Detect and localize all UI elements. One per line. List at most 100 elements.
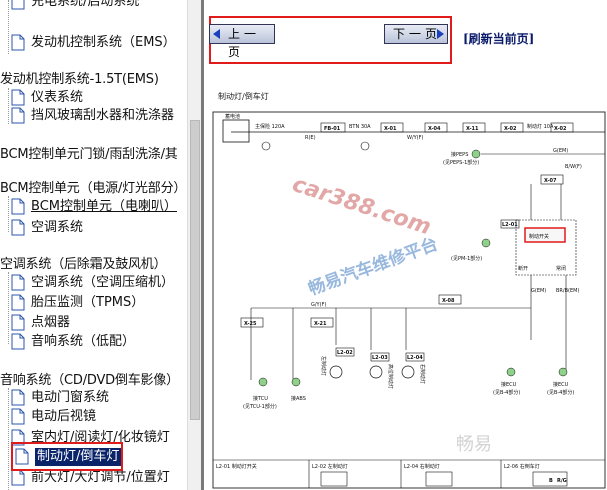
ecu-label: 接ECU [501, 381, 517, 388]
fuse-label: 主保险 120A [255, 123, 285, 130]
connector-label: FB-01 [324, 126, 341, 132]
document-icon [11, 274, 25, 291]
ecu-note: (见B-4部分) [547, 389, 574, 396]
tree-item[interactable]: 音响系统（低配） [11, 333, 135, 351]
tree-item[interactable]: 空调系统 [11, 219, 83, 237]
tree-folder[interactable]: 音响系统（CD/DVD倒车影像） [0, 372, 179, 390]
tree-item[interactable]: 充电系统/启动系统 [11, 0, 139, 11]
tree-item[interactable]: 电动后视镜 [11, 408, 96, 426]
connector-table-label: L2-06 右倒车灯 [504, 463, 540, 470]
connector-label: X-01 [384, 126, 397, 132]
tree-scrollbar[interactable] [187, 0, 201, 490]
fuse-label: 制动灯 10A [527, 123, 554, 130]
connector-label: X-11 [466, 126, 479, 132]
connector-table-label: L2-01 制动灯开关 [216, 463, 257, 470]
connector-label: L2-02 [337, 350, 353, 356]
wire-label: W/Y(F) [407, 135, 424, 141]
document-icon [11, 198, 25, 215]
lamp-icon [401, 365, 415, 379]
lamp-label: 高位制动灯 [387, 364, 394, 389]
tcu-label: 接TCU [253, 395, 268, 402]
peps-label: 接PEPS [451, 151, 468, 158]
document-icon [11, 469, 25, 486]
note-label: (见PM-1部分) [451, 255, 482, 262]
document-icon [11, 34, 25, 51]
tree-item[interactable]: BCM控制单元（电喇叭） [11, 198, 177, 216]
document-viewer: 上一页 下一页 [刷新当前页] 制动灯/倒车灯 蓄电池 主保险 120A FB-… [201, 0, 607, 490]
battery-label: 蓄电池 [225, 113, 240, 120]
tree-item[interactable]: 电动门窗系统 [11, 389, 109, 407]
document-icon [11, 219, 25, 236]
tree-folder[interactable]: BCM控制单元门锁/雨刮洗涤/其 [0, 146, 178, 164]
wire-label: G(EM) [531, 288, 546, 294]
ecu-note: (见B-4部分) [493, 389, 520, 396]
tree-connector [8, 0, 9, 54]
connector-node [471, 149, 481, 159]
lamp-label: 左制动灯 [320, 356, 327, 376]
brake-switch-label: 制动开关 [529, 233, 549, 240]
refresh-page-link[interactable]: [刷新当前页] [463, 30, 534, 47]
tree-item[interactable]: 挡风玻璃刮水器和洗涤器 [11, 107, 174, 125]
connector-table-label: L2-02 左制动灯 [312, 463, 348, 470]
tree-connector [8, 388, 9, 490]
abs-label: 接ABS [291, 395, 306, 402]
wire-label: B/W(F) [565, 164, 582, 170]
document-icon [11, 389, 25, 406]
page-toolbar: 上一页 下一页 [刷新当前页] [206, 16, 606, 64]
connector-label: L2-01 [502, 222, 518, 228]
arrow-left-icon [213, 29, 220, 39]
tree-item[interactable]: 胎压监测（TPMS） [11, 294, 144, 312]
tree-item[interactable]: 前大灯/大灯调节/位置灯 [11, 469, 170, 487]
tree-folder[interactable]: 空调系统（后除霜及鼓风机） [0, 256, 167, 274]
tree-item[interactable]: 点烟器 [11, 314, 70, 332]
connector-label: X-21 [314, 321, 327, 327]
lamp-icon [369, 365, 383, 379]
next-page-button[interactable]: 下一页 [384, 24, 448, 44]
tree-item[interactable]: 空调系统（空调压缩机） [11, 274, 174, 292]
connector-label: X-07 [544, 178, 557, 184]
tcu-note: (见TCU-1部分) [243, 403, 277, 410]
document-icon [11, 107, 25, 124]
tree-item[interactable]: 仪表系统 [11, 89, 83, 107]
pin-label: R/G [557, 478, 567, 484]
lamp-icon [329, 365, 343, 379]
pin-label: B [549, 478, 553, 484]
tree-folder[interactable]: BCM控制单元（电源/灯光部分） [0, 180, 186, 198]
wire-label: R(E) [305, 135, 316, 141]
connector-label: X-08 [442, 298, 455, 304]
document-icon [11, 333, 25, 350]
tree-item[interactable]: 发动机控制系统（EMS） [11, 34, 176, 52]
prev-page-button[interactable]: 上一页 [209, 24, 275, 59]
tree-folder[interactable]: 发动机控制系统-1.5T(EMS) [0, 71, 159, 89]
selection-highlight-box [11, 442, 123, 471]
document-icon [11, 314, 25, 331]
wire-label: BR/B(EM) [556, 288, 579, 294]
connector-label: L2-03 [372, 355, 388, 361]
scrollbar-thumb[interactable] [190, 120, 200, 420]
connector-label: X-02 [554, 126, 567, 132]
wiring-diagram: 蓄电池 主保险 120A FB-01 R(E) BTN 30A X-01 W/Y… [212, 111, 606, 489]
connector-label: X-25 [244, 321, 257, 327]
lamp-label: 右制动灯 [419, 364, 426, 384]
watermark-faint: 畅易 [456, 434, 492, 455]
fuse-label: BTN 30A [349, 124, 371, 130]
document-icon [11, 0, 25, 10]
peps-note: (见PEPS-1部分) [443, 159, 479, 166]
switch-state-label: 常闭 [556, 265, 566, 272]
connector-label: L2-04 [407, 355, 423, 361]
tree-connector [8, 196, 9, 232]
tree-panel: 充电系统/启动系统 发动机控制系统（EMS） 发动机控制系统-1.5T(EMS)… [0, 0, 196, 490]
connector-table-label: L2-04 右制动灯 [404, 463, 440, 470]
tree-connector [8, 88, 9, 124]
connector-label: X-02 [504, 126, 517, 132]
diagram-title: 制动灯/倒车灯 [218, 92, 269, 101]
arrow-right-icon [437, 29, 444, 39]
wire-label: G(EM) [553, 148, 568, 154]
tree-connector [8, 272, 9, 344]
connector-label: X-04 [428, 126, 441, 132]
ecu-label: 接ECU [553, 381, 569, 388]
document-icon [11, 408, 25, 425]
document-icon [11, 89, 25, 106]
switch-state-label: 断开 [518, 265, 528, 272]
document-icon [11, 294, 25, 311]
